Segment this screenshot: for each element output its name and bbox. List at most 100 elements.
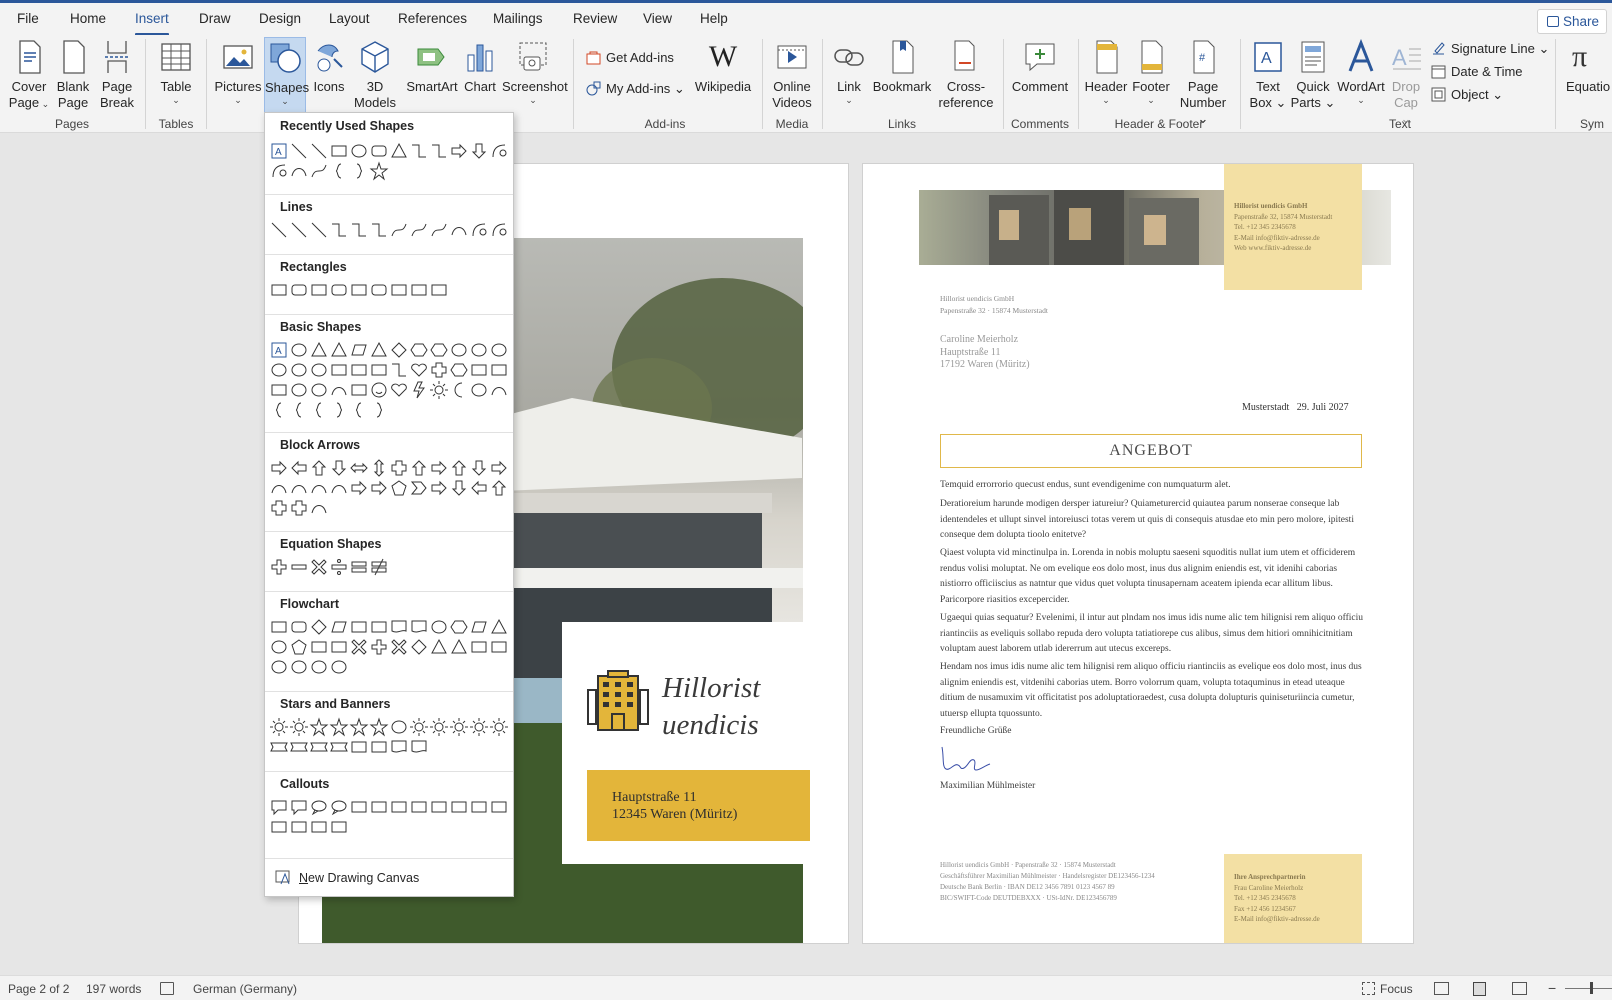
shape-thumbnail[interactable] — [449, 717, 469, 737]
tab-help[interactable]: Help — [700, 11, 728, 26]
shape-thumbnail[interactable] — [289, 478, 309, 498]
zoom-slider[interactable] — [1565, 988, 1612, 989]
shape-thumbnail[interactable] — [329, 637, 349, 657]
shape-thumbnail[interactable] — [309, 340, 329, 360]
shape-thumbnail[interactable] — [309, 557, 329, 577]
tab-design[interactable]: Design — [259, 11, 301, 26]
shape-thumbnail[interactable] — [429, 360, 449, 380]
tab-view[interactable]: View — [643, 11, 672, 26]
shape-thumbnail[interactable] — [269, 797, 289, 817]
shape-thumbnail[interactable] — [269, 557, 289, 577]
shape-thumbnail[interactable] — [269, 280, 289, 300]
shape-thumbnail[interactable] — [429, 220, 449, 240]
shape-thumbnail[interactable] — [429, 617, 449, 637]
print-layout-icon[interactable] — [1473, 982, 1486, 996]
shape-thumbnail[interactable] — [349, 360, 369, 380]
wordart-button[interactable]: WordArt ⌄ — [1336, 38, 1386, 105]
shape-thumbnail[interactable] — [469, 797, 489, 817]
shape-thumbnail[interactable] — [349, 458, 369, 478]
table-button[interactable]: Table ⌄ — [155, 39, 197, 105]
shape-thumbnail[interactable] — [289, 141, 309, 161]
shape-thumbnail[interactable] — [469, 380, 489, 400]
shape-thumbnail[interactable] — [369, 617, 389, 637]
shape-thumbnail[interactable] — [289, 797, 309, 817]
shape-thumbnail[interactable] — [349, 557, 369, 577]
shape-thumbnail[interactable] — [489, 458, 509, 478]
shape-thumbnail[interactable] — [309, 797, 329, 817]
shape-thumbnail[interactable] — [269, 817, 289, 837]
shape-thumbnail[interactable] — [429, 141, 449, 161]
shapes-gallery-dropdown[interactable]: Recently Used Shapes A Lines Rectangles … — [264, 112, 514, 897]
shape-thumbnail[interactable] — [309, 141, 329, 161]
shape-thumbnail[interactable] — [329, 280, 349, 300]
shape-thumbnail[interactable] — [309, 617, 329, 637]
shape-thumbnail[interactable] — [329, 340, 349, 360]
shape-thumbnail[interactable] — [329, 617, 349, 637]
tab-mailings[interactable]: Mailings — [493, 11, 543, 26]
icons-button[interactable]: Icons — [310, 39, 348, 95]
shape-thumbnail[interactable] — [309, 458, 329, 478]
object-button[interactable]: Object ⌄ — [1431, 87, 1503, 103]
comment-button[interactable]: Comment — [1008, 39, 1072, 95]
tab-layout[interactable]: Layout — [329, 11, 370, 26]
text-box-button[interactable]: A Text Box ⌄ — [1246, 39, 1290, 111]
link-button[interactable]: Link ⌄ — [830, 39, 868, 105]
share-button[interactable]: Share — [1537, 9, 1607, 34]
shape-thumbnail[interactable]: A — [269, 141, 289, 161]
shapes-button[interactable]: Shapes ⌄ — [264, 37, 309, 113]
web-layout-icon[interactable] — [1512, 982, 1527, 995]
shape-thumbnail[interactable] — [429, 458, 449, 478]
shape-thumbnail[interactable] — [309, 360, 329, 380]
shape-thumbnail[interactable] — [349, 141, 369, 161]
shape-thumbnail[interactable] — [489, 717, 509, 737]
shape-thumbnail[interactable] — [309, 280, 329, 300]
shape-thumbnail[interactable] — [369, 340, 389, 360]
shape-thumbnail[interactable] — [429, 340, 449, 360]
shape-thumbnail[interactable] — [289, 400, 309, 420]
tab-review[interactable]: Review — [573, 11, 617, 26]
shape-thumbnail[interactable] — [449, 141, 469, 161]
shape-thumbnail[interactable] — [289, 280, 309, 300]
shape-thumbnail[interactable] — [349, 737, 369, 757]
shape-thumbnail[interactable] — [329, 400, 349, 420]
shape-thumbnail[interactable] — [409, 458, 429, 478]
screenshot-button[interactable]: Screenshot ⌄ — [502, 39, 568, 105]
zoom-slider-thumb[interactable] — [1590, 982, 1593, 994]
shape-thumbnail[interactable] — [289, 360, 309, 380]
shape-thumbnail[interactable] — [489, 340, 509, 360]
shape-thumbnail[interactable] — [289, 380, 309, 400]
shape-thumbnail[interactable] — [329, 380, 349, 400]
shape-thumbnail[interactable] — [289, 817, 309, 837]
shape-thumbnail[interactable] — [289, 161, 309, 181]
smartart-button[interactable]: SmartArt — [406, 39, 458, 95]
shape-thumbnail[interactable] — [309, 478, 329, 498]
shape-thumbnail[interactable] — [389, 737, 409, 757]
shape-thumbnail[interactable] — [389, 717, 409, 737]
cross-reference-button[interactable]: Cross-reference — [934, 39, 998, 111]
shape-thumbnail[interactable] — [289, 717, 309, 737]
wikipedia-button[interactable]: W Wikipedia — [690, 39, 756, 95]
tab-file[interactable]: File — [17, 11, 39, 26]
shape-thumbnail[interactable] — [349, 220, 369, 240]
shape-thumbnail[interactable] — [309, 380, 329, 400]
new-drawing-canvas-button[interactable]: New Drawing Canvas — [275, 870, 419, 885]
shape-thumbnail[interactable] — [289, 737, 309, 757]
tab-draw[interactable]: Draw — [199, 11, 231, 26]
online-videos-button[interactable]: Online Videos — [768, 39, 816, 111]
shape-thumbnail[interactable] — [369, 717, 389, 737]
shape-thumbnail[interactable] — [369, 161, 389, 181]
shape-thumbnail[interactable] — [389, 340, 409, 360]
shape-thumbnail[interactable]: A — [269, 340, 289, 360]
shape-thumbnail[interactable] — [429, 280, 449, 300]
shape-thumbnail[interactable] — [469, 360, 489, 380]
shape-thumbnail[interactable] — [309, 817, 329, 837]
shape-thumbnail[interactable] — [409, 280, 429, 300]
shape-thumbnail[interactable] — [449, 637, 469, 657]
my-addins-button[interactable]: My Add-ins ⌄ — [586, 81, 685, 97]
shape-thumbnail[interactable] — [349, 380, 369, 400]
read-mode-icon[interactable] — [1434, 982, 1449, 995]
shape-thumbnail[interactable] — [389, 380, 409, 400]
shape-thumbnail[interactable] — [469, 220, 489, 240]
shape-thumbnail[interactable] — [269, 637, 289, 657]
shape-thumbnail[interactable] — [409, 617, 429, 637]
